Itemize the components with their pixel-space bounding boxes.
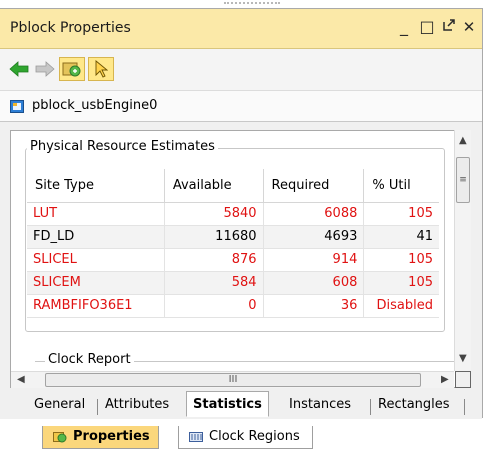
required-cell: 608: [263, 271, 365, 295]
util-cell: 41: [363, 225, 439, 249]
site-type-cell: SLICEL: [27, 248, 165, 272]
tab-attributes[interactable]: Attributes: [99, 394, 175, 416]
float-icon[interactable]: [438, 16, 460, 38]
available-cell: 11680: [164, 225, 264, 249]
bottom-tab-clock-regions[interactable]: Clock Regions: [178, 426, 313, 449]
required-cell: 914: [263, 248, 365, 272]
object-name: pblock_usbEngine0: [32, 98, 158, 113]
minimize-icon[interactable]: _: [393, 16, 415, 38]
pblock-icon: [10, 100, 24, 113]
scroll-down-icon[interactable]: ▼: [459, 354, 467, 364]
site-type-cell: FD_LD: [27, 225, 165, 249]
bottom-tab-bar: Properties Clock Regions: [0, 426, 483, 450]
object-path: pblock_usbEngine0: [0, 90, 482, 122]
property-tabs: General Attributes Statistics Instances …: [0, 391, 482, 419]
close-icon[interactable]: ✕: [458, 16, 480, 38]
maximize-icon[interactable]: □: [416, 16, 438, 38]
scroll-left-icon[interactable]: ◀: [17, 375, 25, 385]
tab-statistics[interactable]: Statistics: [186, 391, 269, 417]
table-row[interactable]: SLICEL 876 914 105: [27, 248, 439, 272]
scroll-right-icon[interactable]: ▶: [441, 375, 449, 385]
site-type-cell: RAMBFIFO36E1: [27, 294, 165, 318]
clock-regions-icon: [189, 432, 203, 442]
corner-box[interactable]: [455, 371, 471, 388]
horizontal-scroll-thumb[interactable]: III: [45, 373, 421, 387]
site-type-cell: LUT: [27, 202, 165, 226]
util-cell: 105: [363, 202, 439, 226]
pblock-properties-window: Pblock Properties _ □ ✕ pblock_usbEngine…: [0, 8, 483, 419]
column-header[interactable]: Site Type: [27, 169, 165, 203]
util-cell: 105: [363, 271, 439, 295]
resource-table: Site Type Available Required % Util LUT 5…: [27, 169, 439, 318]
vertical-scroll-thumb[interactable]: ≡: [456, 157, 470, 203]
horizontal-scrollbar[interactable]: ◀ III ▶: [11, 371, 454, 388]
scroll-up-icon[interactable]: ▲: [459, 136, 467, 146]
statistics-content: Physical Resource Estimates Site Type Av…: [10, 130, 471, 388]
title-bar[interactable]: Pblock Properties _ □ ✕: [0, 9, 482, 49]
bottom-tab-properties[interactable]: Properties: [42, 426, 159, 449]
column-header[interactable]: Available: [164, 169, 264, 203]
util-cell: Disabled: [363, 294, 439, 318]
tab-separator: [97, 399, 98, 415]
tab-separator: [370, 399, 371, 415]
panel-drag-grip[interactable]: [224, 2, 280, 6]
tab-rectangles[interactable]: Rectangles: [372, 394, 456, 416]
physical-resource-title: Physical Resource Estimates: [27, 139, 218, 154]
required-cell: 6088: [263, 202, 365, 226]
table-row[interactable]: RAMBFIFO36E1 0 36 Disabled: [27, 294, 439, 318]
available-cell: 876: [164, 248, 264, 272]
toolbar: [0, 49, 482, 90]
table-header-row: Site Type Available Required % Util: [27, 169, 439, 203]
forward-arrow-icon[interactable]: [32, 57, 58, 81]
tab-instances[interactable]: Instances: [283, 394, 357, 416]
select-cursor-icon[interactable]: [88, 57, 114, 81]
tab-separator: [464, 399, 465, 415]
back-arrow-icon[interactable]: [6, 57, 32, 81]
column-header[interactable]: % Util: [363, 169, 439, 203]
table-row[interactable]: LUT 5840 6088 105: [27, 202, 439, 226]
clock-report-title: Clock Report: [45, 352, 134, 367]
auto-update-icon[interactable]: [59, 57, 85, 81]
table-row[interactable]: SLICEM 584 608 105: [27, 271, 439, 295]
properties-icon: [53, 432, 67, 443]
tab-general[interactable]: General: [28, 394, 91, 416]
required-cell: 4693: [263, 225, 365, 249]
available-cell: 0: [164, 294, 264, 318]
column-header[interactable]: Required: [263, 169, 365, 203]
table-row[interactable]: FD_LD 11680 4693 41: [27, 225, 439, 249]
available-cell: 5840: [164, 202, 264, 226]
bottom-tab-label: Clock Regions: [209, 429, 300, 444]
vertical-scrollbar[interactable]: ▲ ≡ ▼: [454, 130, 471, 371]
required-cell: 36: [263, 294, 365, 318]
util-cell: 105: [363, 248, 439, 272]
bottom-tab-label: Properties: [73, 429, 150, 444]
window-title: Pblock Properties: [10, 20, 131, 36]
available-cell: 584: [164, 271, 264, 295]
site-type-cell: SLICEM: [27, 271, 165, 295]
